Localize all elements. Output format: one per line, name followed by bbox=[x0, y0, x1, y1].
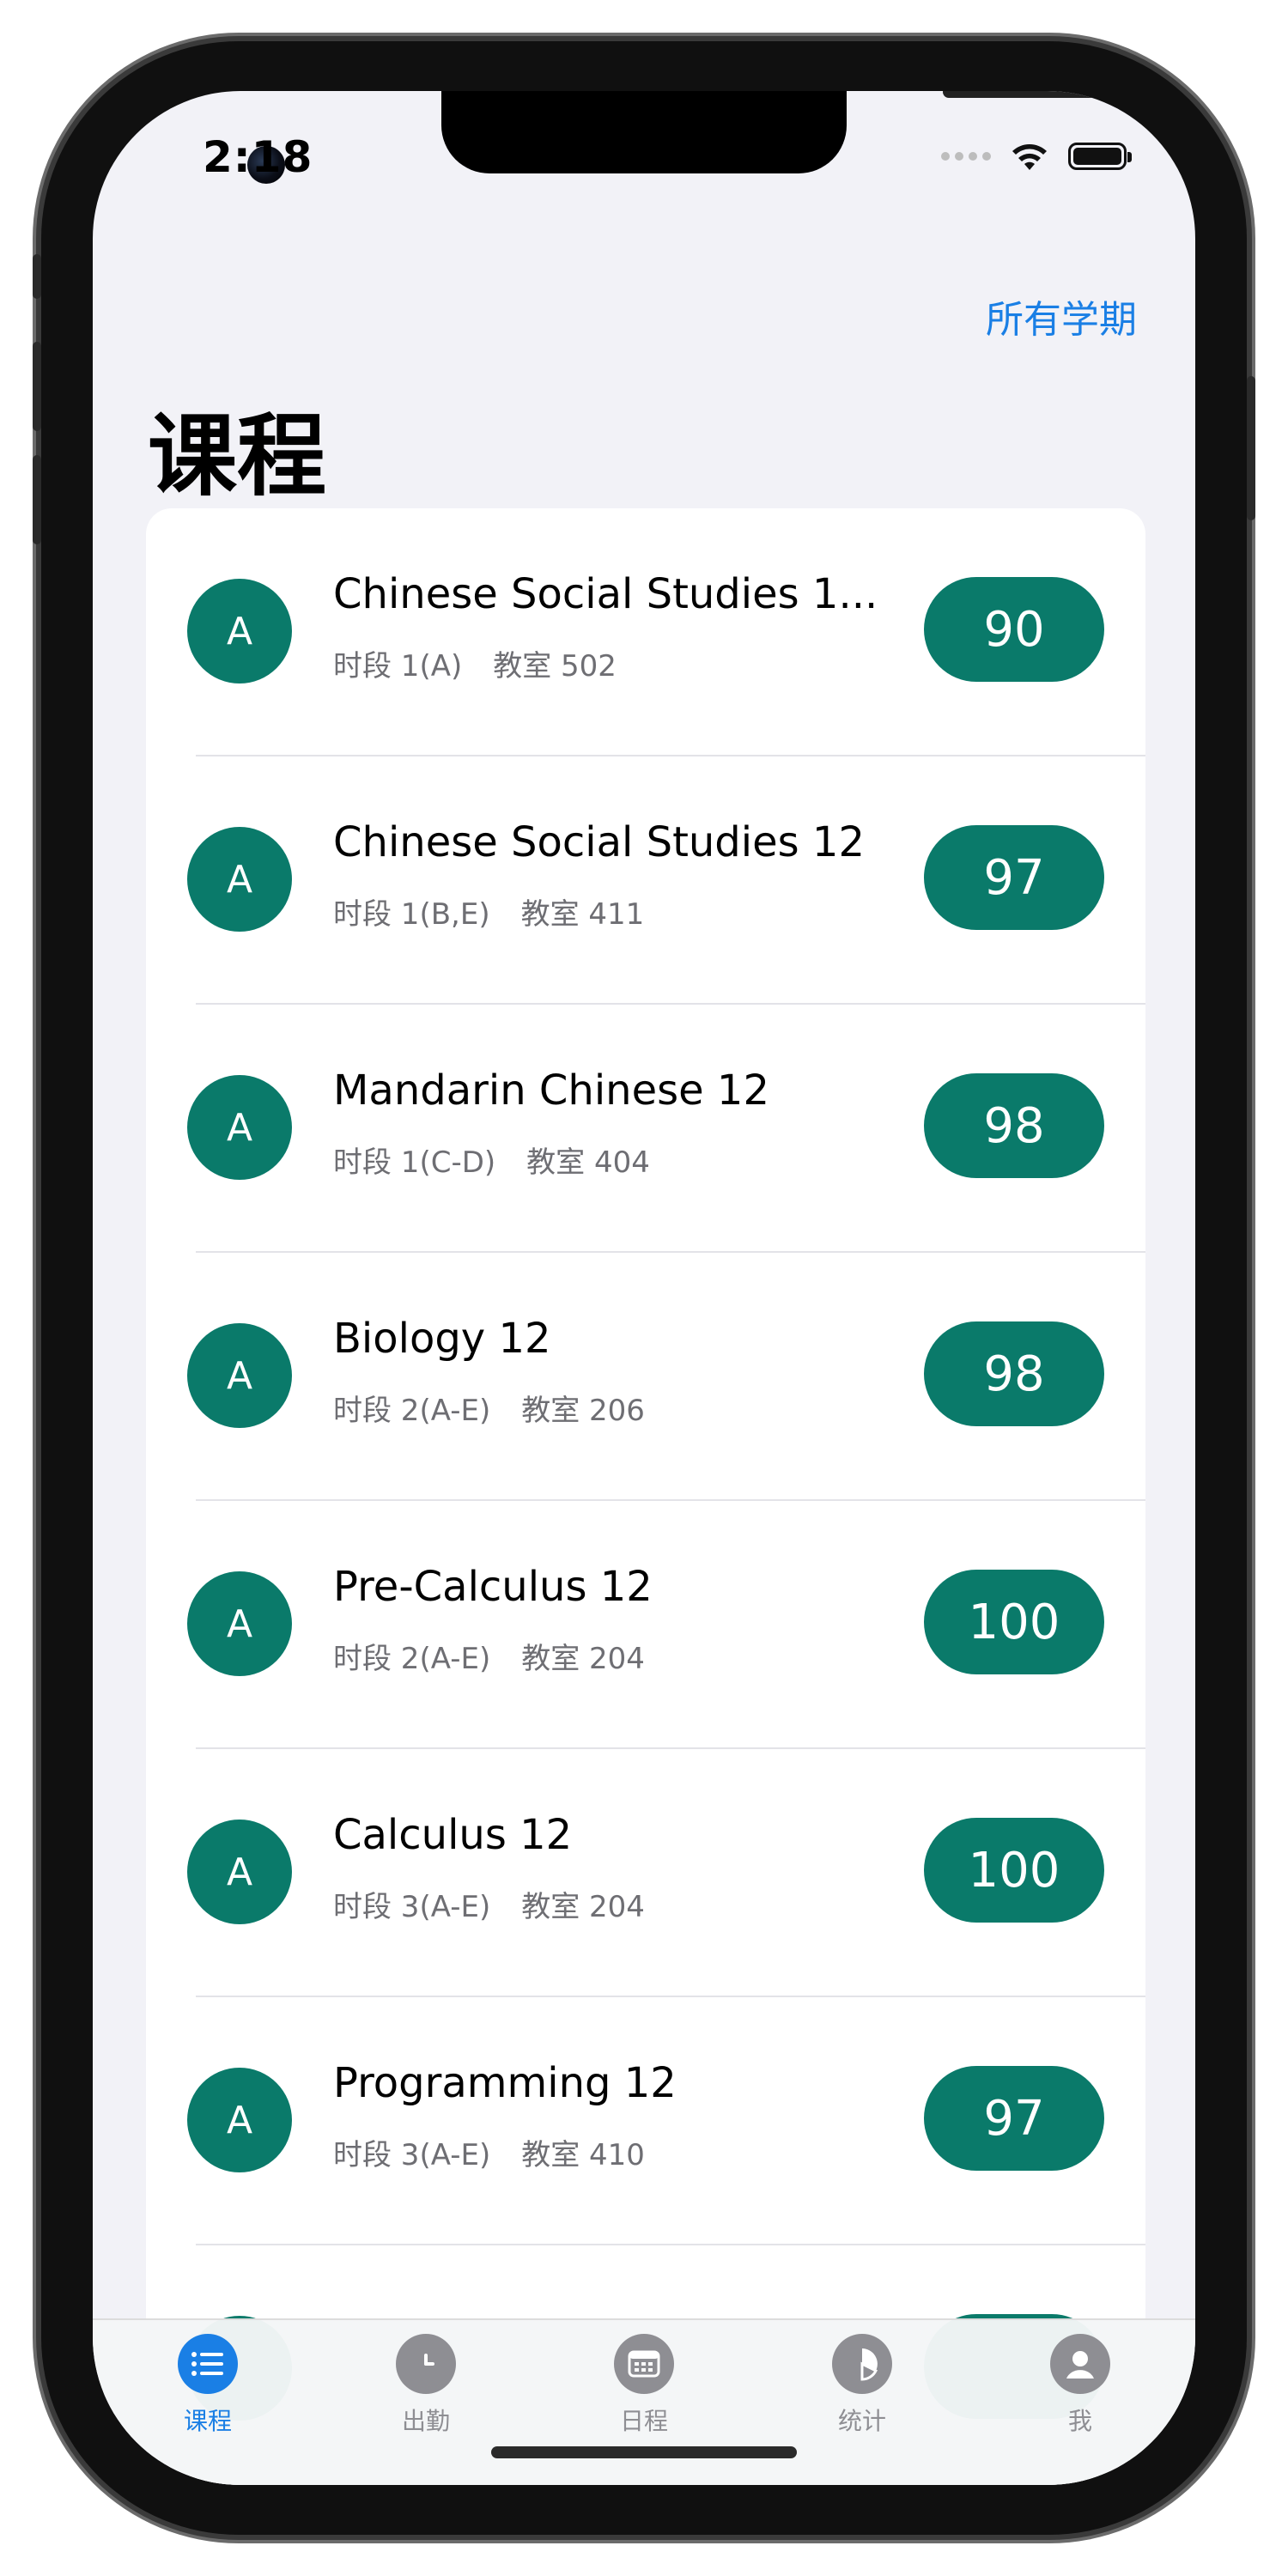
tab-bar: 课程 出勤 日程 统计 我 bbox=[93, 2318, 1195, 2485]
course-room: 教室 204 bbox=[521, 1890, 645, 1924]
power-button bbox=[1247, 376, 1255, 520]
course-meta: 时段 3(A-E) 教室 204 bbox=[333, 1883, 645, 1925]
volume-down-button bbox=[33, 455, 41, 544]
course-period: 时段 1(B,E) bbox=[333, 897, 490, 932]
course-avatar: A bbox=[187, 2068, 292, 2172]
status-time: 2:18 bbox=[203, 132, 313, 182]
grade-badge: 97 bbox=[924, 825, 1104, 930]
person-icon bbox=[1050, 2334, 1110, 2394]
grade-badge: 90 bbox=[924, 577, 1104, 682]
signal-icon bbox=[941, 152, 991, 161]
calendar-icon bbox=[614, 2334, 674, 2394]
course-avatar: A bbox=[187, 1820, 292, 1924]
course-row[interactable]: A Mandarin Chinese 12 时段 1(C-D) 教室 404 98 bbox=[146, 1005, 1145, 1253]
course-room: 教室 411 bbox=[520, 897, 645, 932]
course-period: 时段 3(A-E) bbox=[333, 2138, 491, 2172]
course-name: Biology 12 bbox=[333, 1315, 551, 1363]
course-row[interactable]: A Pre-Calculus 12 时段 2(A-E) 教室 204 100 bbox=[146, 1501, 1145, 1749]
course-period: 时段 3(A-E) bbox=[333, 1890, 491, 1924]
tab-attendance[interactable]: 出勤 bbox=[357, 2334, 495, 2437]
tab-label: 日程 bbox=[619, 2407, 668, 2435]
tab-label: 我 bbox=[1067, 2407, 1092, 2435]
course-period: 时段 2(A-E) bbox=[333, 1642, 491, 1676]
course-meta: 时段 1(A) 教室 502 bbox=[333, 642, 617, 684]
pie-chart-icon bbox=[832, 2334, 892, 2394]
screen: 2:18 所有学期 课程 A Chinese Social Studies 1.… bbox=[93, 91, 1195, 2485]
status-indicators bbox=[941, 141, 1132, 172]
course-avatar: A bbox=[187, 1571, 292, 1676]
course-name: Chinese Social Studies 1... bbox=[333, 570, 878, 618]
notch bbox=[441, 91, 1115, 173]
course-name: Mandarin Chinese 12 bbox=[333, 1066, 769, 1115]
grade-badge: 100 bbox=[924, 1570, 1104, 1674]
course-meta: 时段 2(A-E) 教室 204 bbox=[333, 1635, 645, 1677]
mute-switch bbox=[33, 254, 41, 299]
course-avatar: A bbox=[187, 1075, 292, 1180]
phone-frame: 2:18 所有学期 课程 A Chinese Social Studies 1.… bbox=[33, 41, 1255, 2535]
volume-up-button bbox=[33, 342, 41, 431]
course-period: 时段 1(C-D) bbox=[333, 1145, 496, 1180]
course-list: A Chinese Social Studies 1... 时段 1(A) 教室 … bbox=[146, 508, 1145, 2485]
course-row[interactable]: A Chinese Social Studies 12 时段 1(B,E) 教室 … bbox=[146, 756, 1145, 1005]
course-name: Programming 12 bbox=[333, 2059, 677, 2107]
speaker-grille bbox=[943, 91, 1115, 98]
course-row[interactable]: A Calculus 12 时段 3(A-E) 教室 204 100 bbox=[146, 1749, 1145, 1997]
grade-badge: 97 bbox=[924, 2066, 1104, 2171]
course-room: 教室 204 bbox=[521, 1642, 645, 1676]
course-row[interactable]: A Biology 12 时段 2(A-E) 教室 206 98 bbox=[146, 1253, 1145, 1501]
clock-icon bbox=[396, 2334, 456, 2394]
course-meta: 时段 1(B,E) 教室 411 bbox=[333, 890, 644, 933]
course-meta: 时段 3(A-E) 教室 410 bbox=[333, 2131, 645, 2173]
course-period: 时段 2(A-E) bbox=[333, 1394, 491, 1428]
page-title: 课程 bbox=[148, 404, 327, 508]
tab-label: 统计 bbox=[837, 2407, 886, 2435]
home-indicator[interactable] bbox=[491, 2446, 797, 2458]
course-avatar: A bbox=[187, 579, 292, 683]
all-terms-button[interactable]: 所有学期 bbox=[986, 289, 1137, 343]
tab-statistics[interactable]: 统计 bbox=[793, 2334, 931, 2437]
tab-courses[interactable]: 课程 bbox=[139, 2334, 276, 2437]
course-meta: 时段 2(A-E) 教室 206 bbox=[333, 1387, 645, 1429]
tab-label: 出勤 bbox=[401, 2407, 450, 2435]
course-room: 教室 404 bbox=[526, 1145, 650, 1180]
course-name: Calculus 12 bbox=[333, 1811, 573, 1859]
list-icon bbox=[178, 2334, 238, 2394]
grade-badge: 98 bbox=[924, 1321, 1104, 1426]
course-period: 时段 1(A) bbox=[333, 649, 463, 683]
grade-badge: 98 bbox=[924, 1073, 1104, 1178]
tab-schedule[interactable]: 日程 bbox=[575, 2334, 713, 2437]
course-name: Chinese Social Studies 12 bbox=[333, 818, 865, 866]
course-meta: 时段 1(C-D) 教室 404 bbox=[333, 1139, 650, 1181]
course-row[interactable]: A Chinese Social Studies 1... 时段 1(A) 教室 … bbox=[146, 508, 1145, 756]
course-room: 教室 502 bbox=[493, 649, 617, 683]
tab-label: 课程 bbox=[183, 2407, 232, 2435]
course-row[interactable]: A Programming 12 时段 3(A-E) 教室 410 97 bbox=[146, 1997, 1145, 2245]
course-room: 教室 206 bbox=[521, 1394, 645, 1428]
course-name: Pre-Calculus 12 bbox=[333, 1563, 653, 1611]
wifi-icon bbox=[1012, 144, 1047, 170]
battery-icon bbox=[1068, 143, 1132, 170]
grade-badge: 100 bbox=[924, 1818, 1104, 1923]
course-avatar: A bbox=[187, 1323, 292, 1428]
course-room: 教室 410 bbox=[521, 2138, 645, 2172]
tab-me[interactable]: 我 bbox=[1012, 2334, 1149, 2437]
course-avatar: A bbox=[187, 827, 292, 932]
